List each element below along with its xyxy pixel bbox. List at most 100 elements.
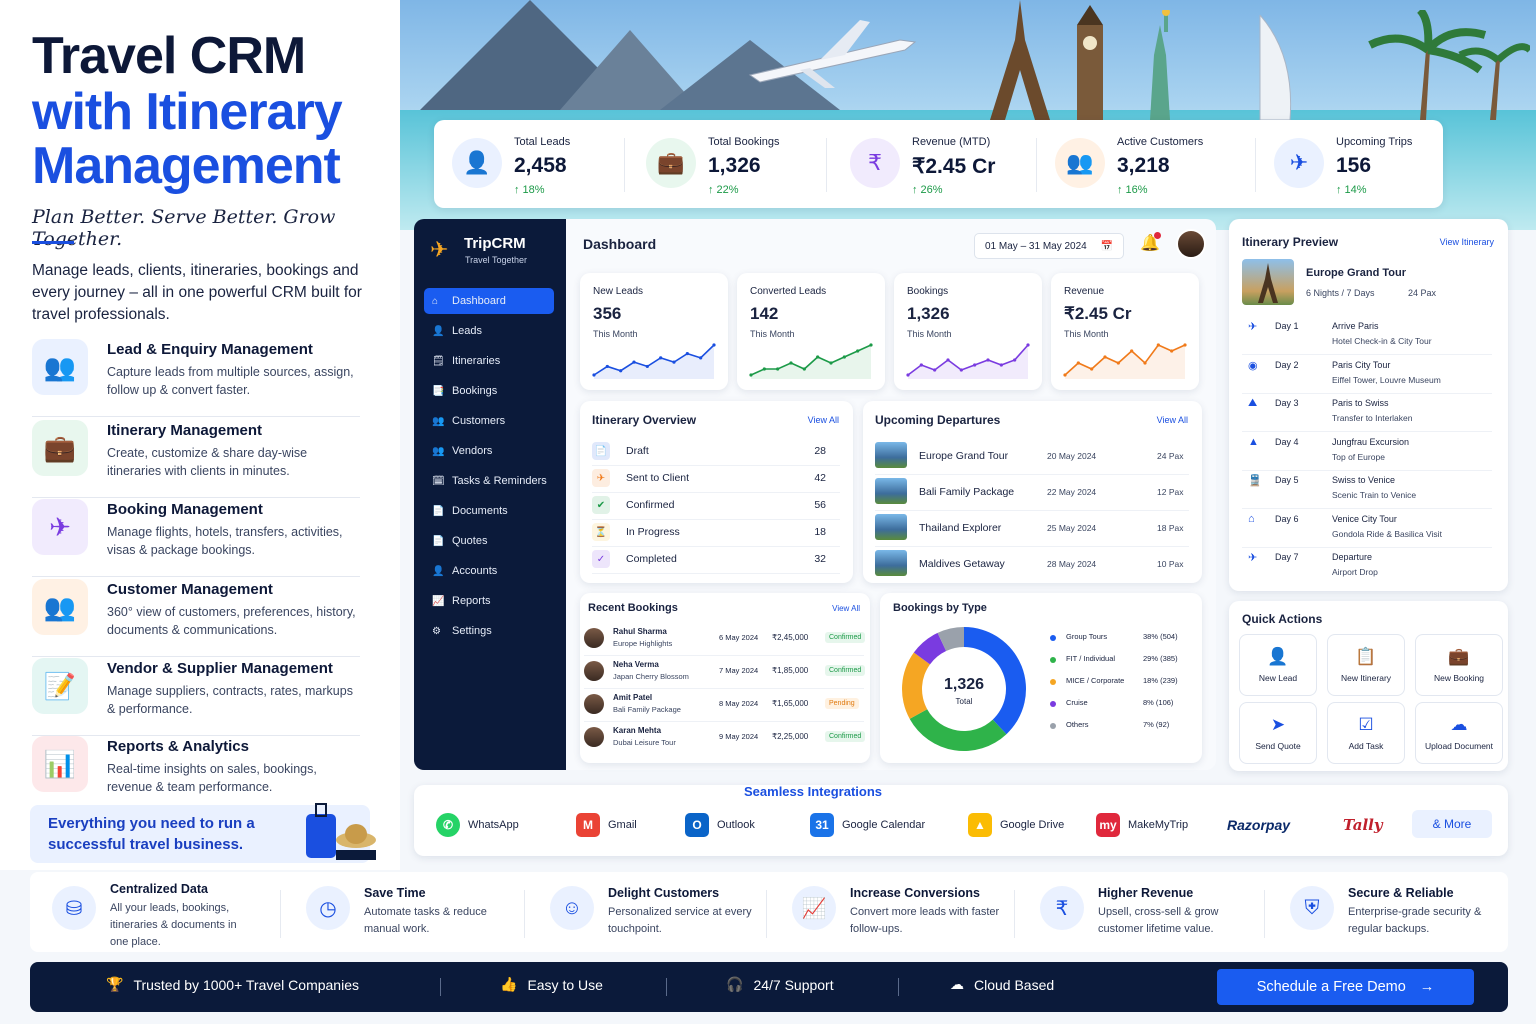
departure-row[interactable]: Bali Family Package 22 May 2024 12 Pax: [875, 475, 1189, 511]
sparkline-point: [1183, 343, 1187, 347]
quick-action-new-lead[interactable]: 👤 New Lead: [1239, 634, 1317, 696]
razorpay-logo[interactable]: Razorpay: [1227, 812, 1290, 838]
quick-action-upload-document[interactable]: ☁ Upload Document: [1415, 702, 1503, 764]
eiffel-tower-icon: [990, 0, 1050, 120]
benefit-desc: Upsell, cross-sell & grow customer lifet…: [1098, 906, 1219, 935]
package-name: Dubai Leisure Tour: [613, 738, 676, 747]
sparkline-point: [906, 373, 910, 377]
nav-label: Quotes: [452, 535, 488, 547]
quick-action-add-task[interactable]: ☑ Add Task: [1327, 702, 1405, 764]
date-range-picker[interactable]: 01 May – 31 May 2024 📅: [974, 233, 1124, 259]
departure-row[interactable]: Thailand Explorer 25 May 2024 18 Pax: [875, 511, 1189, 547]
integration-google-drive[interactable]: ▲ Google Drive: [968, 812, 1064, 838]
nav-label: Leads: [452, 325, 482, 337]
sidebar-item-dashboard[interactable]: ⌂ Dashboard: [424, 288, 554, 314]
stat-growth: ↑ 26%: [912, 184, 943, 196]
sparkline-point: [1063, 373, 1067, 377]
sidebar-item-bookings[interactable]: 📑 Bookings: [424, 378, 554, 404]
itinerary-day-row[interactable]: ▲ Day 4 Jungfrau Excursion Top of Europe: [1242, 433, 1492, 471]
donut-slice-1[interactable]: [909, 709, 1007, 751]
document-icon: 📝: [32, 658, 88, 714]
booking-row[interactable]: Neha Verma Japan Cherry Blossom 7 May 2024…: [584, 656, 866, 689]
bookings-view-all-link[interactable]: View All: [832, 604, 860, 613]
quick-action-icon: ☑: [1358, 715, 1374, 734]
user-avatar[interactable]: [1176, 229, 1206, 259]
sidebar-item-reports[interactable]: 📈 Reports: [424, 588, 554, 614]
divider: [1264, 890, 1265, 938]
nav-icon: 📄: [432, 505, 445, 517]
booking-row[interactable]: Rahul Sharma Europe Highlights 6 May 2024 ₹…: [584, 623, 866, 656]
departure-row[interactable]: Maldives Getaway 28 May 2024 10 Pax: [875, 547, 1189, 583]
legend-label: Others: [1066, 720, 1089, 729]
itinerary-view-all-link[interactable]: View All: [808, 415, 839, 425]
kpi-sub: This Month: [750, 329, 795, 339]
departure-row[interactable]: Europe Grand Tour 20 May 2024 24 Pax: [875, 439, 1189, 475]
integration-label: Google Calendar: [842, 819, 926, 831]
benefit-item: ⛨ Secure & Reliable Enterprise-grade secur…: [1290, 880, 1520, 950]
itinerary-day-row[interactable]: ✈ Day 1 Arrive Paris Hotel Check-in & City …: [1242, 317, 1492, 355]
integration-google-calendar[interactable]: 31 Google Calendar: [810, 812, 925, 838]
itinerary-day-row[interactable]: ⛰ Day 3 Paris to Swiss Transfer to Interlak…: [1242, 394, 1492, 432]
integration-gmail[interactable]: M Gmail: [576, 812, 637, 838]
feature-title: Lead & Enquiry Management: [107, 341, 313, 358]
itinerary-status-row[interactable]: ✓ Completed 32: [592, 547, 840, 574]
benefit-icon: ◷: [306, 886, 350, 930]
benefit-item: 📈 Increase Conversions Convert more leads …: [792, 880, 1022, 950]
more-integrations-button[interactable]: & More: [1412, 810, 1492, 838]
nav-icon: 👤: [432, 565, 445, 577]
quick-action-send-quote[interactable]: ➤ Send Quote: [1239, 702, 1317, 764]
kpi-card: Converted Leads 142 This Month: [737, 273, 885, 390]
sidebar-item-leads[interactable]: 👤 Leads: [424, 318, 554, 344]
nav-label: Dashboard: [452, 295, 506, 307]
legend-item: Group Tours 38% (504): [1050, 631, 1190, 647]
itinerary-status-row[interactable]: ✈ Sent to Client 42: [592, 466, 840, 493]
tally-logo[interactable]: Tally: [1343, 812, 1383, 838]
itinerary-day-row[interactable]: ◉ Day 2 Paris City Tour Eiffel Tower, Louvr…: [1242, 356, 1492, 394]
trip-thumbnail: [1242, 259, 1294, 305]
status-icon: ✔: [592, 496, 610, 514]
departure-thumbnail: [875, 550, 907, 576]
view-itinerary-link[interactable]: View Itinerary: [1440, 237, 1494, 247]
schedule-demo-button[interactable]: Schedule a Free Demo →: [1217, 969, 1474, 1005]
benefit-item: ⛁ Centralized Data All your leads, booking…: [52, 880, 282, 950]
legend-dot: [1050, 701, 1056, 707]
day-icon: 🚆: [1248, 475, 1262, 487]
cloud-label: Cloud Based: [974, 976, 1055, 993]
sidebar-item-settings[interactable]: ⚙ Settings: [424, 618, 554, 644]
itinerary-status-row[interactable]: 📄 Draft 28: [592, 439, 840, 466]
sidebar-item-quotes[interactable]: 📄 Quotes: [424, 528, 554, 554]
booking-row[interactable]: Amit Patel Bali Family Package 8 May 2024 ₹…: [584, 689, 864, 722]
dashboard-main: Dashboard 01 May – 31 May 2024 📅 🔔 New L…: [566, 219, 1216, 770]
sparkline-point: [1103, 355, 1107, 359]
sidebar-item-customers[interactable]: 👥 Customers: [424, 408, 554, 434]
divider: [898, 978, 899, 996]
legend-item: Cruise 8% (106): [1050, 697, 1190, 713]
status-label: Confirmed: [626, 499, 675, 511]
stat-growth: ↑ 14%: [1336, 184, 1367, 196]
itinerary-status-row[interactable]: ✔ Confirmed 56: [592, 493, 840, 520]
sidebar-item-accounts[interactable]: 👤 Accounts: [424, 558, 554, 584]
integration-makemytrip[interactable]: my MakeMyTrip: [1096, 812, 1188, 838]
sidebar-item-tasks-reminders[interactable]: 🗓 Tasks & Reminders: [424, 468, 554, 494]
quick-action-new-booking[interactable]: 💼 New Booking: [1415, 634, 1503, 696]
sparkline-point: [1156, 343, 1160, 347]
integration-outlook[interactable]: O Outlook: [685, 812, 755, 838]
integration-whatsapp[interactable]: ✆ WhatsApp: [436, 812, 519, 838]
feature-desc: Manage suppliers, contracts, rates, mark…: [107, 684, 353, 716]
legend-value: 7% (92): [1143, 720, 1170, 729]
benefit-icon: ⛨: [1290, 886, 1334, 930]
sidebar-item-vendors[interactable]: 👥 Vendors: [424, 438, 554, 464]
itinerary-status-row[interactable]: ⏳ In Progress 18: [592, 520, 840, 547]
itinerary-day-row[interactable]: ⌂ Day 6 Venice City Tour Gondola Ride & Bas…: [1242, 510, 1492, 548]
sidebar-item-documents[interactable]: 📄 Documents: [424, 498, 554, 524]
itinerary-day-row[interactable]: ✈ Day 7 Departure Airport Drop: [1242, 548, 1492, 586]
quick-action-new-itinerary[interactable]: 📋 New Itinerary: [1327, 634, 1405, 696]
feature-desc: Create, customize & share day-wise itine…: [107, 446, 308, 478]
itinerary-day-row[interactable]: 🚆 Day 5 Swiss to Venice Scenic Train to Ven…: [1242, 471, 1492, 509]
departures-view-all-link[interactable]: View All: [1157, 415, 1188, 425]
day-desc: Transfer to Interlaken: [1332, 413, 1413, 423]
day-desc: Gondola Ride & Basilica Visit: [1332, 528, 1442, 539]
sidebar-item-itineraries[interactable]: 🗒 Itineraries: [424, 348, 554, 374]
booking-row[interactable]: Karan Mehta Dubai Leisure Tour 9 May 2024 ₹…: [584, 722, 866, 755]
benefit-title: Increase Conversions: [850, 886, 980, 900]
